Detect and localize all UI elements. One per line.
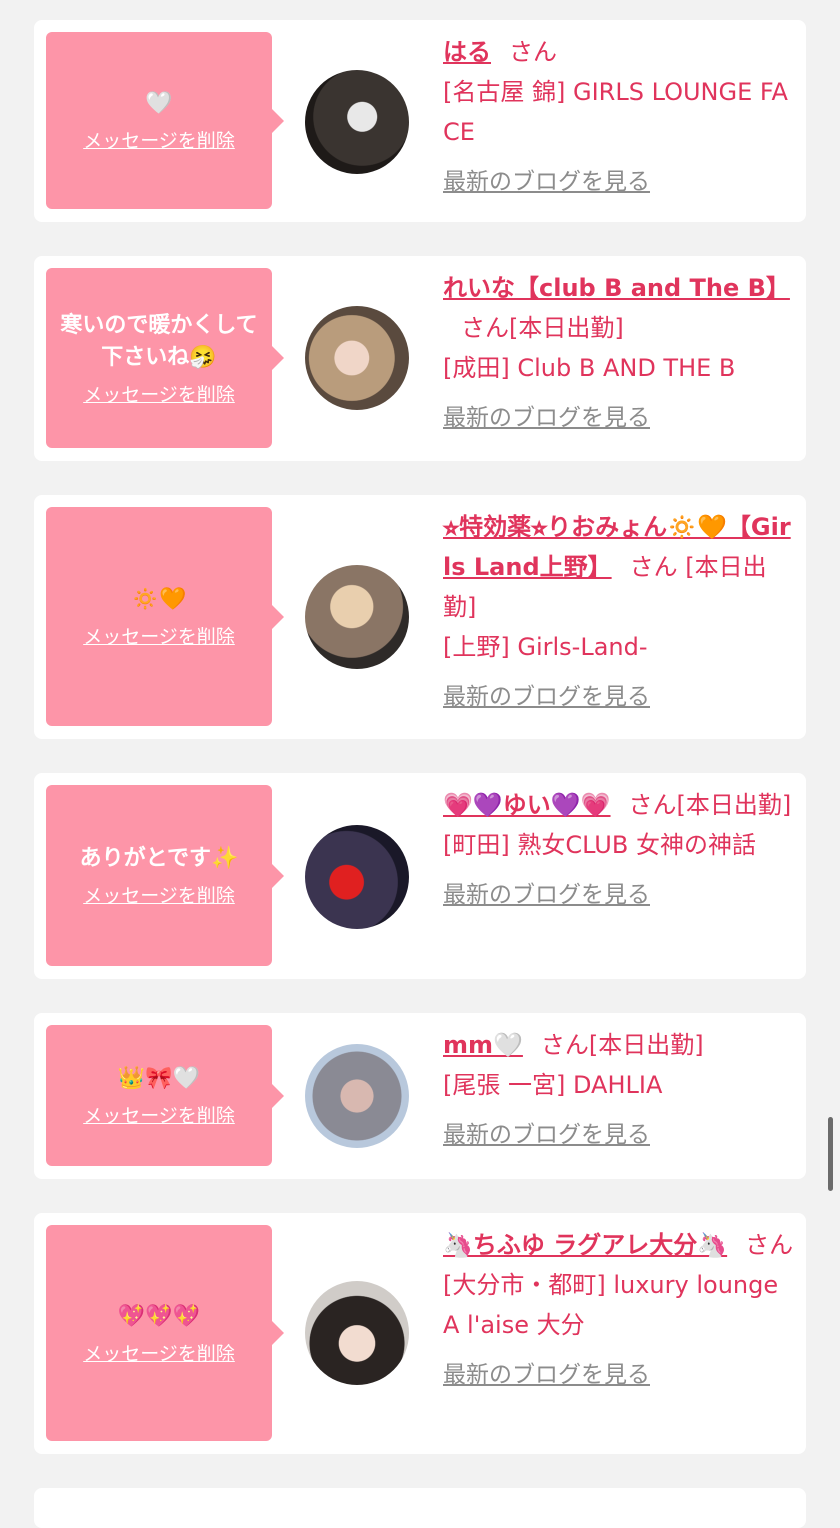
card-info: れいな【club B and The B】さん[本日出勤] [成田] Club …	[443, 268, 795, 438]
message-card: ありがとです✨ メッセージを削除 💗💜ゆい💜💗 さん[本日出勤] [町田] 熟女C…	[34, 773, 806, 979]
delete-message-link[interactable]: メッセージを削除	[83, 126, 235, 153]
delete-message-link[interactable]: メッセージを削除	[83, 1101, 235, 1128]
delete-message-link[interactable]: メッセージを削除	[83, 881, 235, 908]
san-suffix: さん	[509, 38, 557, 66]
girl-name-link[interactable]: 💗💜ゆい💜💗	[443, 791, 611, 819]
message-text: 💖💖💖	[117, 1303, 201, 1329]
message-bubble: 👑🎀🤍 メッセージを削除	[46, 1025, 284, 1166]
message-bubble: ありがとです✨ メッセージを削除	[46, 785, 284, 966]
message-bubble: 💖💖💖 メッセージを削除	[46, 1225, 284, 1441]
delete-message-link[interactable]: メッセージを削除	[83, 622, 235, 649]
san-suffix: さん	[628, 791, 677, 819]
avatar[interactable]	[305, 1044, 409, 1148]
status-label: [本日出勤]	[509, 314, 624, 342]
avatar[interactable]	[305, 70, 409, 174]
message-card: 👑🎀🤍 メッセージを削除 mm🤍 さん[本日出勤] [尾張 一宮] DAHLIA …	[34, 1013, 806, 1179]
san-suffix: さん	[629, 553, 678, 581]
message-text: 寒いので暖かくして下さいね🤧	[60, 312, 258, 370]
blog-link[interactable]: 最新のブログを見る	[443, 1355, 795, 1395]
message-text: 🤍	[145, 91, 173, 116]
delete-message-link[interactable]: メッセージを削除	[83, 380, 235, 407]
message-bubble: 🔅🧡 メッセージを削除	[46, 507, 284, 726]
girl-name-link[interactable]: れいな【club B and The B】	[443, 274, 790, 302]
girl-name-link[interactable]: 🦄ちふゆ ラグアレ大分🦄	[443, 1231, 727, 1259]
card-info: 🦄ちふゆ ラグアレ大分🦄 さん [大分市・都町] luxury lounge A …	[443, 1225, 795, 1395]
shop-text: [名古屋 錦] GIRLS LOUNGE FACE	[443, 78, 788, 146]
message-bubble: 🤍 メッセージを削除	[46, 32, 284, 209]
message-text: 🔅🧡	[131, 587, 187, 612]
blog-link[interactable]: 最新のブログを見る	[443, 162, 795, 202]
message-card: 💖💖💖 メッセージを削除 🦄ちふゆ ラグアレ大分🦄 さん [大分市・都町] lux…	[34, 1213, 806, 1454]
message-text: ありがとです✨	[79, 846, 239, 871]
message-card-partial	[34, 1488, 806, 1528]
shop-text: [尾張 一宮] DAHLIA	[443, 1071, 663, 1099]
card-info: ⭐︎特効薬⭐︎りおみょん🔅🧡【Girls Land上野】 さん [本日出勤] [上…	[443, 507, 795, 717]
delete-message-link[interactable]: メッセージを削除	[83, 1339, 235, 1366]
shop-text: [成田] Club B AND THE B	[443, 354, 736, 382]
card-info: 💗💜ゆい💜💗 さん[本日出勤] [町田] 熟女CLUB 女神の神話 最新のブログを…	[443, 785, 795, 915]
message-card: 🤍 メッセージを削除 はる さん [名古屋 錦] GIRLS LOUNGE FAC…	[34, 20, 806, 222]
status-label: [本日出勤]	[588, 1031, 704, 1059]
message-text: 👑🎀🤍	[117, 1066, 201, 1091]
blog-link[interactable]: 最新のブログを見る	[443, 677, 795, 717]
shop-text: [上野] Girls-Land-	[443, 633, 648, 661]
san-suffix: さん	[745, 1231, 794, 1259]
san-suffix: さん	[540, 1031, 589, 1059]
san-suffix: さん	[461, 314, 509, 342]
avatar[interactable]	[305, 1281, 409, 1385]
girl-name-link[interactable]: mm🤍	[443, 1031, 523, 1059]
card-info: mm🤍 さん[本日出勤] [尾張 一宮] DAHLIA 最新のブログを見る	[443, 1025, 795, 1155]
blog-link[interactable]: 最新のブログを見る	[443, 398, 795, 438]
avatar[interactable]	[305, 306, 409, 410]
avatar[interactable]	[305, 565, 409, 669]
message-card: 寒いので暖かくして下さいね🤧 メッセージを削除 れいな【club B and T…	[34, 256, 806, 461]
avatar[interactable]	[305, 825, 409, 929]
status-label: [本日出勤]	[676, 791, 792, 819]
card-info: はる さん [名古屋 錦] GIRLS LOUNGE FACE 最新のブログを見る	[443, 32, 795, 202]
blog-link[interactable]: 最新のブログを見る	[443, 1115, 795, 1155]
shop-text: [大分市・都町] luxury lounge A l'aise 大分	[443, 1271, 779, 1339]
scrollbar[interactable]	[828, 1117, 833, 1191]
shop-text: [町田] 熟女CLUB 女神の神話	[443, 831, 756, 859]
girl-name-link[interactable]: はる	[443, 38, 491, 66]
message-bubble: 寒いので暖かくして下さいね🤧 メッセージを削除	[46, 268, 284, 448]
message-card: 🔅🧡 メッセージを削除 ⭐︎特効薬⭐︎りおみょん🔅🧡【Girls Land上野】…	[34, 495, 806, 739]
blog-link[interactable]: 最新のブログを見る	[443, 875, 795, 915]
